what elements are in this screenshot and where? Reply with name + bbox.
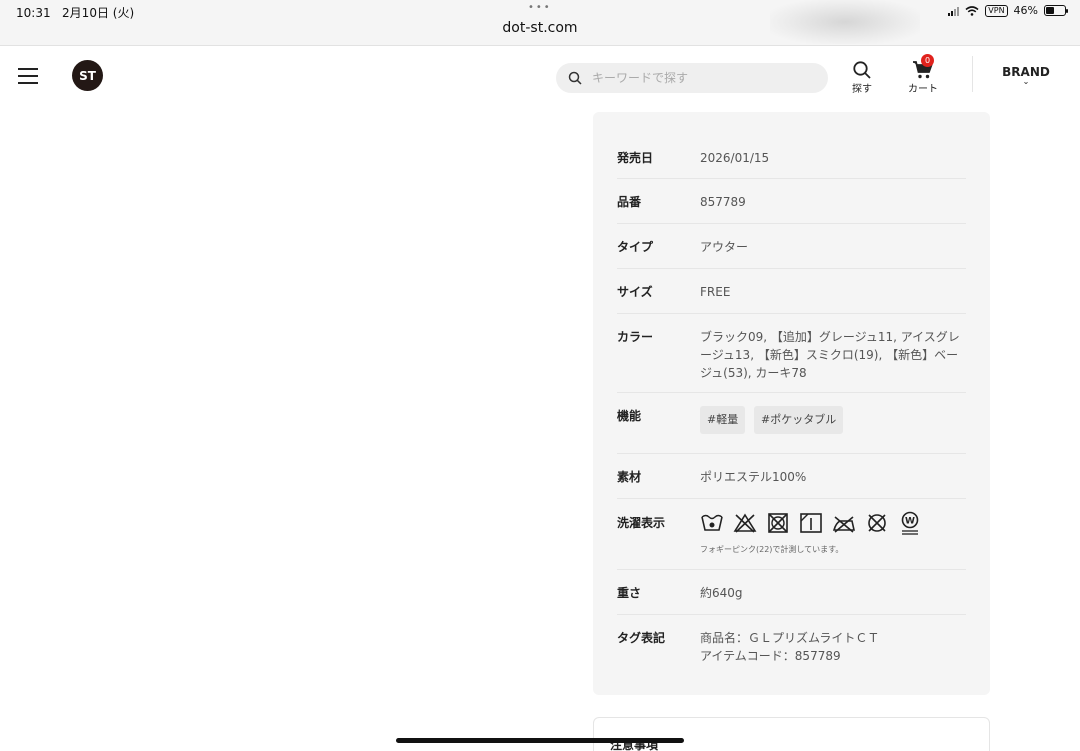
spec-label: サイズ <box>617 285 653 299</box>
spec-value: #軽量 #ポケッタブル <box>700 406 966 453</box>
find-label: 探す <box>852 84 872 95</box>
vpn-badge: VPN <box>985 4 1008 17</box>
tag-pocketable[interactable]: #ポケッタブル <box>754 406 844 434</box>
battery-percent: 46% <box>1013 4 1038 17</box>
spec-value: 2026/01/15 <box>700 151 770 165</box>
wet-clean-icon: W <box>901 511 919 535</box>
no-bleach-icon <box>733 513 757 533</box>
battery-fill <box>1046 7 1055 14</box>
status-date: 2月10日 (火) <box>62 6 135 20</box>
cart-button[interactable]: 0 カート <box>908 54 938 95</box>
spec-label: 発売日 <box>617 151 654 165</box>
tag-item-code: アイテムコード：857789 <box>700 649 841 663</box>
spec-row-size: サイズ FREE <box>617 269 966 314</box>
chevron-down-icon: ⌄ <box>1022 77 1030 86</box>
blurred-area <box>770 0 920 44</box>
spec-value: 857789 <box>700 195 746 209</box>
spec-label: 素材 <box>617 470 642 484</box>
spec-label: カラー <box>617 330 654 344</box>
spec-row-material: 素材 ポリエステル100% <box>617 454 966 499</box>
status-time: 10:31 2月10日 (火) <box>16 6 135 20</box>
wifi-icon <box>965 5 979 16</box>
magnifier-icon <box>853 61 871 79</box>
signal-icon <box>948 6 960 16</box>
spec-row-type: タイプ アウター <box>617 224 966 269</box>
spec-label: 機能 <box>617 409 642 423</box>
spec-label: タイプ <box>617 240 654 254</box>
hamburger-menu-icon[interactable] <box>18 68 38 84</box>
wash-30-icon <box>701 514 723 531</box>
search-icon <box>568 71 582 85</box>
care-note: フォギーピンク(22)で計測しています。 <box>700 545 844 554</box>
spec-label: 洗濯表示 <box>617 516 666 530</box>
brand-menu-button[interactable]: BRAND ⌄ <box>1000 65 1052 86</box>
spec-label: 品番 <box>617 195 642 209</box>
more-dots-icon[interactable]: ••• <box>528 2 552 13</box>
spec-row-tag: タグ表記 商品名：ＧＬプリズムライトＣＴ アイテムコード：857789 <box>617 615 966 675</box>
tag-lightweight[interactable]: #軽量 <box>700 406 746 434</box>
site-header: ST 探す 0 カート BRAND ⌄ <box>0 46 1080 110</box>
care-icons: W <box>700 511 966 535</box>
home-indicator[interactable] <box>396 738 684 743</box>
spec-label: 重さ <box>617 586 642 600</box>
spec-row-release: 発売日 2026/01/15 <box>617 134 966 179</box>
product-spec-panel: 発売日 2026/01/15 品番 857789 タイプ アウター サイズ FR… <box>593 112 990 695</box>
header-divider <box>972 56 973 92</box>
spec-value: ポリエステル100% <box>700 470 807 484</box>
search-input[interactable] <box>592 71 812 85</box>
cart-label: カート <box>908 84 938 95</box>
spec-row-code: 品番 857789 <box>617 179 966 224</box>
cart-count-badge: 0 <box>921 54 934 67</box>
spec-value: 約640g <box>700 586 743 600</box>
no-tumble-dry-icon <box>768 513 788 533</box>
notice-card: 注意事項 <box>593 717 990 751</box>
spec-row-function: 機能 #軽量 #ポケッタブル <box>617 393 966 454</box>
spec-value: W フォギーピンク(22)で計測しています。 <box>700 511 966 569</box>
no-dry-clean-icon <box>868 514 886 532</box>
spec-label: タグ表記 <box>617 631 666 645</box>
logo-text: ST <box>79 68 96 83</box>
tag-product-name: 商品名：ＧＬプリズムライトＣＴ <box>700 631 880 645</box>
search-bar[interactable] <box>556 63 828 93</box>
spec-row-weight: 重さ 約640g <box>617 570 966 615</box>
site-logo[interactable]: ST <box>72 60 103 91</box>
spec-value: 商品名：ＧＬプリズムライトＣＴ アイテムコード：857789 <box>700 629 966 675</box>
battery-icon <box>1044 5 1068 16</box>
status-bar: 10:31 2月10日 (火) ••• dot-st.com VPN 46% <box>0 0 1080 46</box>
svg-text:W: W <box>905 517 915 527</box>
spec-value: ブラック09, 【追加】グレージュ11, アイスグレージュ13, 【新色】スミク… <box>700 330 960 380</box>
spec-row-color: カラー ブラック09, 【追加】グレージュ11, アイスグレージュ13, 【新色… <box>617 314 966 393</box>
find-button[interactable]: 探す <box>852 60 872 95</box>
spec-row-care: 洗濯表示 W フォギーピンク(22)で計測しています。 <box>617 499 966 570</box>
spec-value: FREE <box>700 285 731 299</box>
spec-value: アウター <box>700 240 749 254</box>
iron-low-icon <box>832 516 855 533</box>
status-indicators: VPN 46% <box>948 4 1068 17</box>
line-dry-shade-icon <box>800 513 822 533</box>
